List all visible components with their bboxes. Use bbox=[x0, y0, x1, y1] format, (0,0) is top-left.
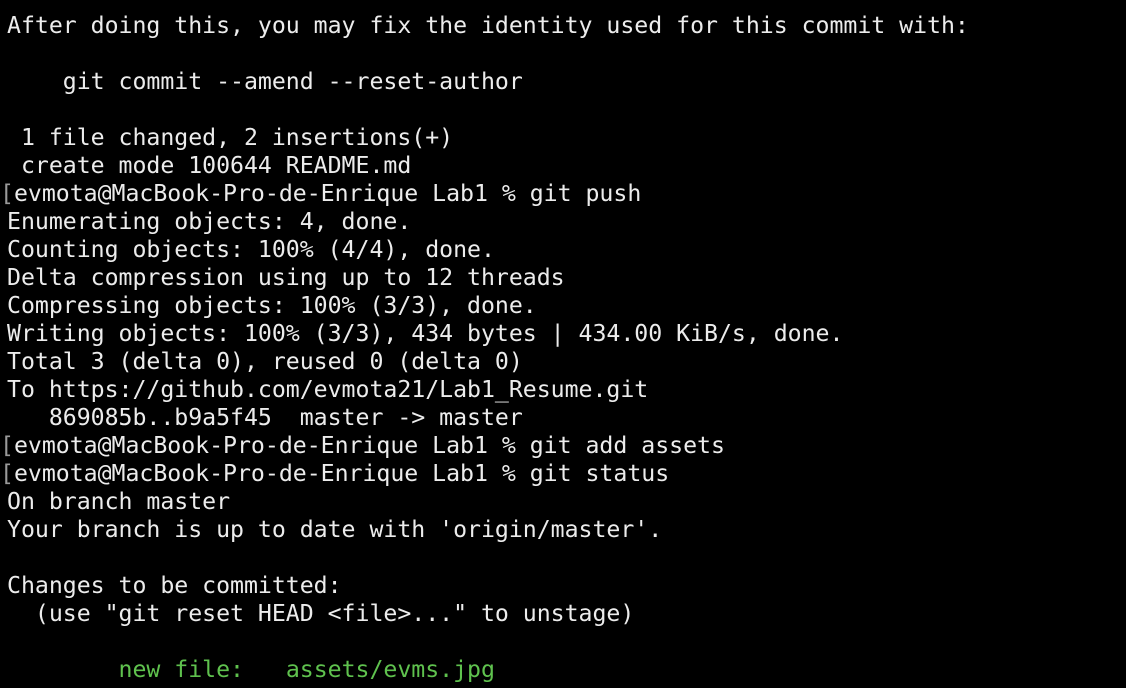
staged-file-path: assets/evms.jpg bbox=[285, 656, 495, 683]
terminal-line: 1 file changed, 2 insertions(+) bbox=[7, 124, 454, 151]
terminal-line: Total 3 (delta 0), reused 0 (delta 0) bbox=[7, 348, 523, 375]
terminal-line: Counting objects: 100% (4/4), done. bbox=[7, 236, 495, 263]
terminal-line: Your branch is up to date with 'origin/m… bbox=[7, 516, 663, 543]
terminal-output[interactable]: After doing this, you may fix the identi… bbox=[0, 0, 1126, 688]
staged-file-label: new file: bbox=[7, 656, 286, 683]
prompt-command: evmota@MacBook-Pro-de-Enrique Lab1 % git… bbox=[13, 432, 725, 459]
terminal-line: git commit --amend --reset-author bbox=[7, 68, 523, 95]
terminal-line: After doing this, you may fix the identi… bbox=[7, 12, 969, 39]
terminal-line: Compressing objects: 100% (3/3), done. bbox=[7, 292, 537, 319]
prompt-marker: [ bbox=[0, 180, 14, 207]
terminal-line: Delta compression using up to 12 threads bbox=[7, 264, 565, 291]
terminal-prompt-line: [evmota@MacBook-Pro-de-Enrique Lab1 % gi… bbox=[0, 180, 1126, 208]
terminal-line: On branch master bbox=[7, 488, 231, 515]
terminal-line: (use "git reset HEAD <file>..." to unsta… bbox=[7, 600, 635, 627]
prompt-command: evmota@MacBook-Pro-de-Enrique Lab1 % git… bbox=[13, 460, 670, 487]
terminal-line: create mode 100644 README.md bbox=[7, 152, 412, 179]
terminal-prompt-line: [evmota@MacBook-Pro-de-Enrique Lab1 % gi… bbox=[0, 432, 1126, 460]
terminal-line: Changes to be committed: bbox=[7, 572, 342, 599]
prompt-marker: [ bbox=[0, 432, 14, 459]
terminal-line: Writing objects: 100% (3/3), 434 bytes |… bbox=[7, 320, 844, 347]
terminal-line: To https://github.com/evmota21/Lab1_Resu… bbox=[7, 376, 649, 403]
prompt-command: evmota@MacBook-Pro-de-Enrique Lab1 % git… bbox=[13, 180, 642, 207]
terminal-prompt-line: [evmota@MacBook-Pro-de-Enrique Lab1 % gi… bbox=[0, 460, 1126, 488]
prompt-marker: [ bbox=[0, 460, 14, 487]
terminal-line: 869085b..b9a5f45 master -> master bbox=[7, 404, 523, 431]
staged-file-line: new file: assets/evms.jpg bbox=[0, 656, 1126, 684]
terminal-line: Enumerating objects: 4, done. bbox=[7, 208, 412, 235]
